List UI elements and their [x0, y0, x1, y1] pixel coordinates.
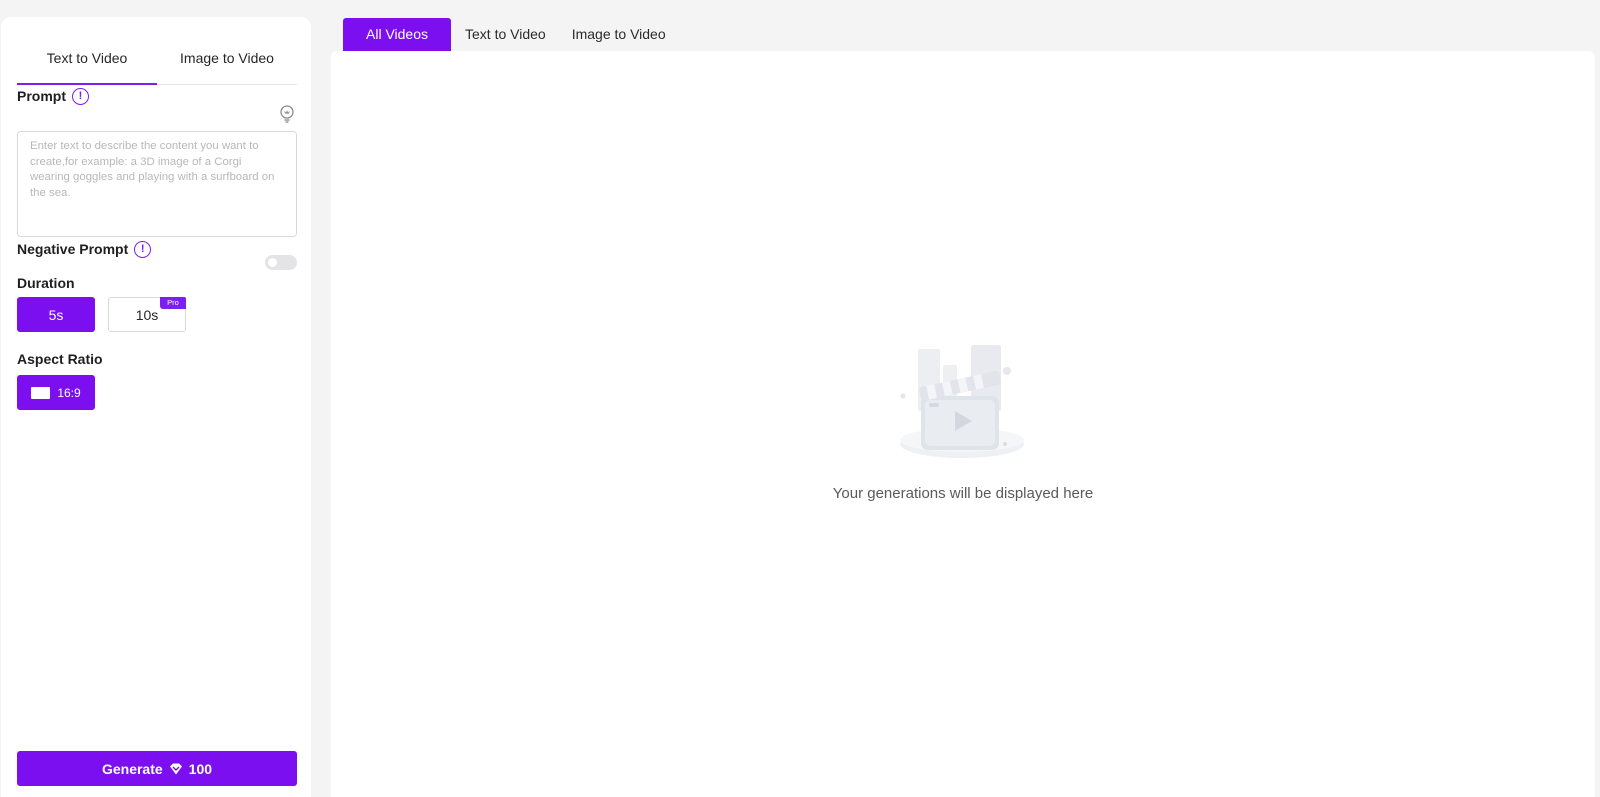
- toggle-knob: [268, 258, 277, 267]
- negative-prompt-toggle[interactable]: [265, 255, 297, 270]
- mode-tabs: Text to Video Image to Video: [17, 47, 297, 85]
- tab-image-to-video[interactable]: Image to Video: [157, 47, 297, 84]
- prompt-label: Prompt: [17, 88, 66, 104]
- gem-icon: [169, 763, 182, 774]
- generate-label: Generate: [101, 760, 163, 777]
- video-gallery: Your generations will be displayed here: [331, 51, 1595, 797]
- info-icon[interactable]: !: [72, 87, 89, 105]
- duration-10s-button[interactable]: 10s Pro: [108, 297, 186, 332]
- aspect-ratio-icon: [31, 386, 51, 399]
- duration-5s-button[interactable]: 5s: [17, 297, 95, 332]
- tab-filter-text-to-video[interactable]: Text to Video: [453, 18, 558, 51]
- negative-prompt-label-row: Negative Prompt !: [17, 240, 152, 258]
- aspect-ratio-16-9-button[interactable]: 16:9: [17, 375, 95, 410]
- tab-filter-image-to-video[interactable]: Image to Video: [560, 18, 678, 51]
- generate-button[interactable]: Generate 100: [17, 751, 297, 786]
- negative-prompt-label: Negative Prompt: [17, 241, 129, 257]
- video-clapper-illustration: [900, 345, 1024, 458]
- duration-label: Duration: [17, 275, 75, 291]
- empty-state-message: Your generations will be displayed here: [832, 485, 1094, 502]
- pro-badge: Pro: [160, 297, 186, 309]
- generation-panel: Text to Video Image to Video Prompt ! Ne…: [1, 17, 311, 797]
- prompt-input[interactable]: [17, 131, 297, 237]
- tab-text-to-video[interactable]: Text to Video: [17, 47, 157, 85]
- prompt-label-row: Prompt !: [17, 87, 89, 105]
- video-filter-tabs: All Videos Text to Video Image to Video: [343, 18, 678, 51]
- aspect-ratio-label: Aspect Ratio: [17, 351, 103, 367]
- lightbulb-icon[interactable]: [279, 105, 295, 123]
- info-icon[interactable]: !: [134, 240, 152, 258]
- generate-cost: 100: [188, 760, 213, 777]
- app-root: Text to Video Image to Video Prompt ! Ne…: [0, 0, 1600, 797]
- tab-all-videos[interactable]: All Videos: [343, 18, 452, 51]
